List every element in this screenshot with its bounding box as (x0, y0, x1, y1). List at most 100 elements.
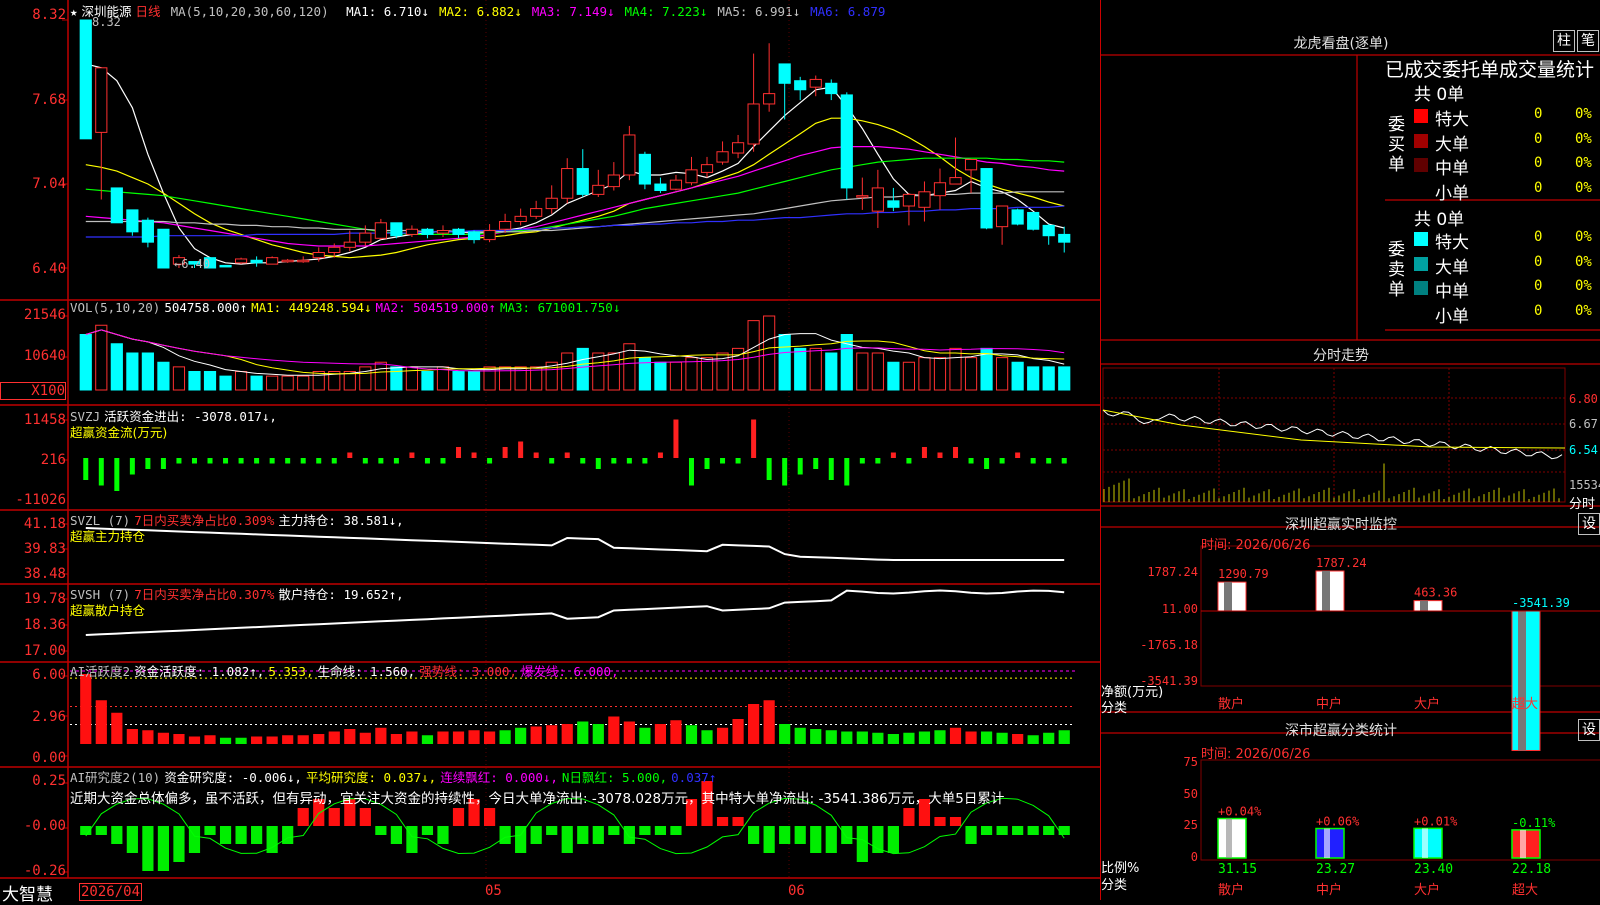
monitor-category-4: 超大 (1512, 697, 1538, 712)
sell-row-swatch (1414, 281, 1428, 295)
activity-bar (452, 731, 465, 744)
volume-bar (607, 352, 620, 391)
mon-axis-2: 11.00 (1161, 602, 1198, 616)
sell-row-pct: 0% (1575, 253, 1592, 270)
lhb-column-button[interactable]: 柱 (1553, 30, 1575, 52)
fund-flow-bar (782, 458, 788, 486)
buy-row-name: 特大 (1435, 110, 1469, 130)
class-bar-change-1: +0.04% (1218, 805, 1262, 819)
vol-spec: VOL(5,10,20) (70, 300, 161, 315)
research-bar (483, 808, 496, 826)
lhb-tick-button[interactable]: 笔 (1577, 30, 1599, 52)
candle-body (561, 168, 574, 199)
ai-active-l5: 爆发线: 6.000, (520, 664, 619, 679)
buy-row-pct: 0% (1575, 130, 1592, 147)
activity-bar (794, 727, 806, 744)
high-marker: 8.32 (92, 15, 121, 29)
class-bar-value-3: 23.40 (1414, 862, 1453, 877)
class-time: 时间: 2026/06/26 (1201, 747, 1311, 762)
left-chart-area[interactable]: ★ 深圳能源 日线 MA(5,10,20,30,60,120) MA1: 6.710↓… (0, 0, 1100, 905)
class-settings-button[interactable]: 设 (1578, 719, 1600, 741)
volume-bar (1058, 366, 1071, 391)
ai-research-l1: 资金研究度: -0.006↓, (164, 770, 302, 785)
candle-body (374, 222, 387, 239)
monitor-bar-label-4: -3541.39 (1512, 596, 1570, 610)
activity-bar (934, 730, 946, 744)
activity-bar (577, 721, 589, 744)
class-stat-title: 深市超赢分类统计 (1285, 723, 1397, 739)
candle-body (654, 183, 667, 192)
candle (219, 264, 232, 268)
class-category-3: 大户 (1414, 882, 1440, 898)
volume-bar (390, 366, 403, 391)
activity-bar (406, 731, 418, 744)
candle (716, 141, 729, 165)
candle (871, 169, 884, 228)
research-bar (359, 808, 371, 826)
volume-bar (141, 352, 154, 391)
activity-bar (623, 721, 635, 744)
monitor-bar-shade-1 (1224, 582, 1232, 611)
activity-bar (111, 712, 123, 744)
research-bar (157, 826, 170, 871)
ai-research-axis-3: -0.26 (23, 863, 66, 879)
fund-flow-bar (129, 458, 135, 475)
research-bar (592, 826, 604, 844)
volume-bar (172, 366, 186, 391)
research-bar (437, 826, 449, 844)
vol-unit: X100 (0, 382, 66, 400)
monitor-bar-shade-2 (1322, 571, 1330, 611)
candle-body (949, 177, 962, 185)
candle (374, 218, 387, 240)
candle (996, 205, 1009, 245)
monitor-settings-button[interactable]: 设 (1578, 513, 1600, 535)
volume-bar (157, 361, 170, 391)
research-bar (390, 826, 402, 844)
candle-body (514, 215, 527, 222)
month-06-label: 06 (788, 883, 805, 899)
candle-body (157, 228, 170, 269)
research-bar (499, 826, 511, 844)
fs-axis-2: 6.67 (1569, 417, 1598, 431)
candle (483, 224, 496, 243)
vol-header: VOL(5,10,20) 504758.000↑ MA1: 449248.594↓ M… (70, 300, 1100, 315)
volume-bar (467, 371, 481, 391)
sell-total: 共 0单 (1414, 210, 1465, 230)
monitor-title: 深圳超赢实时监控 (1285, 517, 1397, 533)
research-bar (810, 826, 822, 853)
candle (95, 67, 108, 200)
candle-body (763, 93, 776, 105)
buy-row-name: 小单 (1435, 183, 1469, 204)
candle-body (825, 82, 838, 95)
candle (390, 222, 403, 239)
activity-bar (390, 734, 402, 744)
buy-row-count: 0 (1534, 179, 1543, 196)
class-category-4: 超大 (1512, 883, 1538, 898)
research-bar (887, 826, 899, 853)
volume-bar (871, 352, 884, 391)
activity-bar (561, 724, 573, 744)
ai-research-l2: 平均研究度: 0.037↓, (305, 770, 437, 785)
fund-flow-bar (968, 458, 974, 464)
candle-body (530, 208, 543, 217)
activity-bar (639, 727, 651, 744)
sell-row-name: 特大 (1435, 233, 1469, 253)
ai-research-header: AI研究度2(10) 资金研究度: -0.006↓, 平均研究度: 0.037↓, 连… (70, 767, 1100, 786)
sell-row-count: 0 (1534, 229, 1543, 245)
activity-bar (483, 731, 496, 744)
candle-body (467, 231, 481, 241)
candle (902, 193, 916, 226)
candle (731, 134, 745, 159)
activity-bar (266, 736, 278, 744)
research-bar (328, 808, 340, 826)
fund-flow-bar (688, 458, 694, 486)
research-bar (654, 826, 667, 835)
buy-row-swatch (1414, 158, 1428, 172)
candle (561, 158, 574, 204)
fund-flow-bar (797, 458, 803, 475)
candle-chart[interactable]: 8.32 ←6.40 (0, 0, 1100, 900)
candle-body (933, 182, 947, 197)
candle-body (576, 168, 589, 195)
research-bar (219, 826, 232, 844)
svsh-sub: 超赢散户持仓 (70, 603, 146, 618)
